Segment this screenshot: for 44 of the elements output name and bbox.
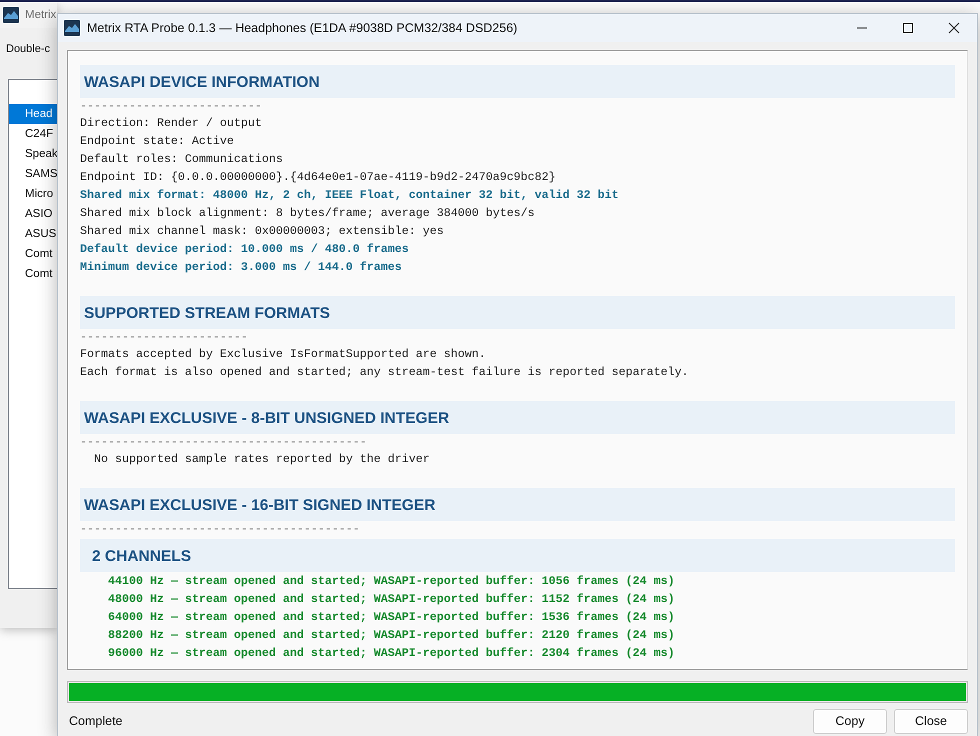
report-line: Each format is also opened and started; any stream-test failure is reported separately. [80,364,689,381]
copy-button[interactable]: Copy [813,708,887,734]
info-line: Default device period: 10.000 ms / 480.0 frames [80,241,409,258]
device-item[interactable]: Comt [9,264,52,284]
info-line: Minimum device period: 3.000 ms / 144.0 frames [80,259,402,276]
success-line: 88200 Hz — stream opened and started; WASAPI-reported buffer: 2120 frames (24 ms) [108,627,675,644]
report-line: Shared mix block alignment: 8 bytes/frame; average 384000 bytes/s [80,205,535,222]
divider-text: ---------------------------------------- [80,521,360,537]
report-line: Shared mix channel mask: 0x00000003; extensible: yes [80,223,444,240]
device-item[interactable]: SAMS [9,164,57,184]
device-item[interactable]: ASUS [9,224,56,244]
section-heading: SUPPORTED STREAM FORMATS [80,296,955,329]
success-line: 48000 Hz — stream opened and started; WASAPI-reported buffer: 1152 frames (24 ms) [108,591,675,608]
close-icon [948,22,960,34]
info-line: Shared mix format: 48000 Hz, 2 ch, IEEE Float, container 32 bit, valid 32 bit [80,187,619,204]
report-line: Default roles: Communications [80,151,283,168]
app-icon [3,7,19,23]
success-line: 64000 Hz — stream opened and started; WASAPI-reported buffer: 1536 frames (24 ms) [108,609,675,626]
divider-text: -------------------------- [80,98,262,114]
close-button[interactable]: Close [894,708,968,734]
success-line: 44100 Hz — stream opened and started; WASAPI-reported buffer: 1056 frames (24 ms) [108,573,675,590]
report-line: Endpoint state: Active [80,133,234,150]
subsection-heading: 2 CHANNELS [80,539,955,572]
section-heading: WASAPI EXCLUSIVE - 16-BIT SIGNED INTEGER [80,488,955,521]
divider-text: ----------------------------------------- [80,434,367,450]
success-line: 96000 Hz — stream opened and started; WASAPI-reported buffer: 2304 frames (24 ms) [108,645,675,662]
status-text: Complete [69,714,122,728]
section-heading: WASAPI DEVICE INFORMATION [80,65,955,98]
note-line: No supported sample rates reported by the driver [94,451,430,468]
report-line: Direction: Render / output [80,115,262,132]
report-line: Formats accepted by Exclusive IsFormatSupported are shown. [80,346,486,363]
window-title: Metrix [25,9,56,21]
device-item[interactable]: Head [9,104,57,124]
window-title: Metrix RTA Probe 0.1.3 — Headphones (E1DA #9038D PCM32/384 DSD256) [87,21,518,35]
app-icon [64,20,80,36]
divider-text: ------------------------ [80,329,248,345]
section-heading: WASAPI EXCLUSIVE - 8-BIT UNSIGNED INTEGER [80,401,955,434]
maximize-icon [902,22,914,34]
instruction-text: Double-c [6,43,50,55]
device-item[interactable]: ASIO [9,204,52,224]
device-item[interactable]: Micro [9,184,54,204]
device-item[interactable]: Comt [9,244,52,264]
report-line: Endpoint ID: {0.0.0.00000000}.{4d64e0e1-07ae-4119-b9d2-2470a9c9bc82} [80,169,556,186]
device-item[interactable]: C24F [9,124,54,144]
